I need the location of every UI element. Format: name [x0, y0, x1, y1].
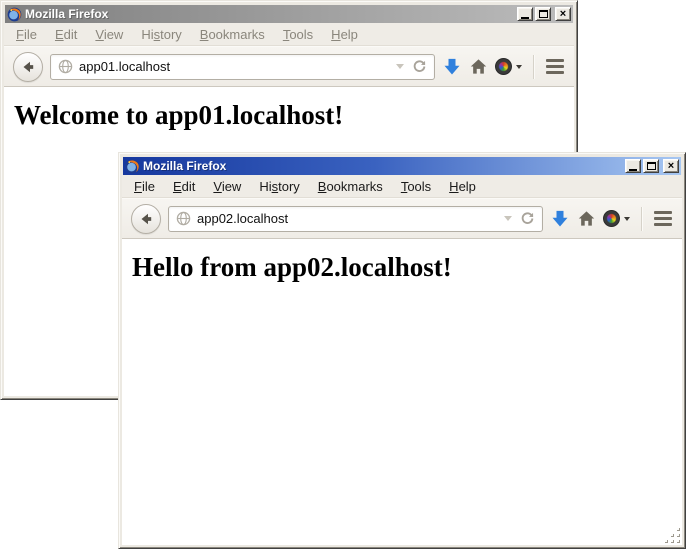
menu-bookmarks[interactable]: Bookmarks [191, 24, 274, 45]
download-arrow-icon [550, 209, 570, 229]
close-icon: × [668, 161, 674, 172]
minimize-button[interactable] [625, 159, 641, 173]
menu-file[interactable]: File [7, 24, 46, 45]
menu-view[interactable]: View [204, 176, 250, 197]
menu-view[interactable]: View [86, 24, 132, 45]
menu-tools[interactable]: Tools [274, 24, 322, 45]
page-content: Hello from app02.localhost! [122, 239, 682, 545]
home-button[interactable] [577, 209, 596, 228]
menu-edit[interactable]: Edit [46, 24, 86, 45]
url-bar[interactable]: app01.localhost [50, 54, 435, 80]
url-text[interactable]: app01.localhost [79, 59, 390, 74]
navigation-toolbar: app01.localhost [4, 46, 574, 87]
firefox-logo-icon [125, 159, 140, 174]
colorwheel-extension-button[interactable] [495, 58, 522, 75]
menu-tools[interactable]: Tools [392, 176, 440, 197]
maximize-button[interactable] [535, 7, 551, 21]
page-heading: Hello from app02.localhost! [132, 252, 682, 283]
open-menu-button[interactable] [653, 209, 673, 228]
back-arrow-icon [138, 211, 154, 227]
maximize-icon [539, 10, 548, 18]
menu-edit[interactable]: Edit [164, 176, 204, 197]
titlebar[interactable]: Mozilla Firefox × [5, 5, 573, 23]
menu-bar: File Edit View History Bookmarks Tools H… [122, 175, 682, 198]
colorwheel-icon [495, 58, 512, 75]
window-title: Mozilla Firefox [25, 8, 108, 20]
firefox-window-app02[interactable]: Mozilla Firefox × File Edit View History… [118, 152, 686, 549]
maximize-button[interactable] [643, 159, 659, 173]
back-button[interactable] [13, 52, 43, 82]
home-button[interactable] [469, 57, 488, 76]
home-icon [577, 209, 596, 228]
menu-history[interactable]: History [132, 24, 190, 45]
window-controls: × [517, 7, 571, 21]
page-heading: Welcome to app01.localhost! [14, 100, 574, 131]
back-button[interactable] [131, 204, 161, 234]
url-text[interactable]: app02.localhost [197, 211, 498, 226]
toolbar-separator [533, 55, 534, 79]
url-bar[interactable]: app02.localhost [168, 206, 543, 232]
window-controls: × [625, 159, 679, 173]
close-button[interactable]: × [555, 7, 571, 21]
back-arrow-icon [20, 59, 36, 75]
menu-bookmarks[interactable]: Bookmarks [309, 176, 392, 197]
downloads-button[interactable] [442, 57, 462, 77]
menu-history[interactable]: History [250, 176, 308, 197]
reload-icon[interactable] [520, 211, 535, 226]
menu-help[interactable]: Help [440, 176, 485, 197]
titlebar[interactable]: Mozilla Firefox × [123, 157, 681, 175]
menu-bar: File Edit View History Bookmarks Tools H… [4, 23, 574, 46]
hamburger-icon [546, 59, 564, 62]
globe-icon [58, 59, 73, 74]
minimize-icon [521, 17, 529, 19]
download-arrow-icon [442, 57, 462, 77]
menu-help[interactable]: Help [322, 24, 367, 45]
resize-grip[interactable] [665, 528, 680, 543]
colorwheel-icon [603, 210, 620, 227]
close-icon: × [560, 9, 566, 20]
open-menu-button[interactable] [545, 57, 565, 76]
url-dropdown-icon[interactable] [504, 216, 512, 221]
url-dropdown-icon[interactable] [396, 64, 404, 69]
window-title: Mozilla Firefox [143, 160, 226, 172]
navigation-toolbar: app02.localhost [122, 198, 682, 239]
minimize-button[interactable] [517, 7, 533, 21]
home-icon [469, 57, 488, 76]
maximize-icon [647, 162, 656, 170]
toolbar-separator [641, 207, 642, 231]
colorwheel-extension-button[interactable] [603, 210, 630, 227]
dropdown-caret-icon [624, 217, 630, 221]
hamburger-icon [654, 211, 672, 214]
menu-file[interactable]: File [125, 176, 164, 197]
close-button[interactable]: × [663, 159, 679, 173]
dropdown-caret-icon [516, 65, 522, 69]
minimize-icon [629, 169, 637, 171]
reload-icon[interactable] [412, 59, 427, 74]
downloads-button[interactable] [550, 209, 570, 229]
firefox-logo-icon [7, 7, 22, 22]
globe-icon [176, 211, 191, 226]
